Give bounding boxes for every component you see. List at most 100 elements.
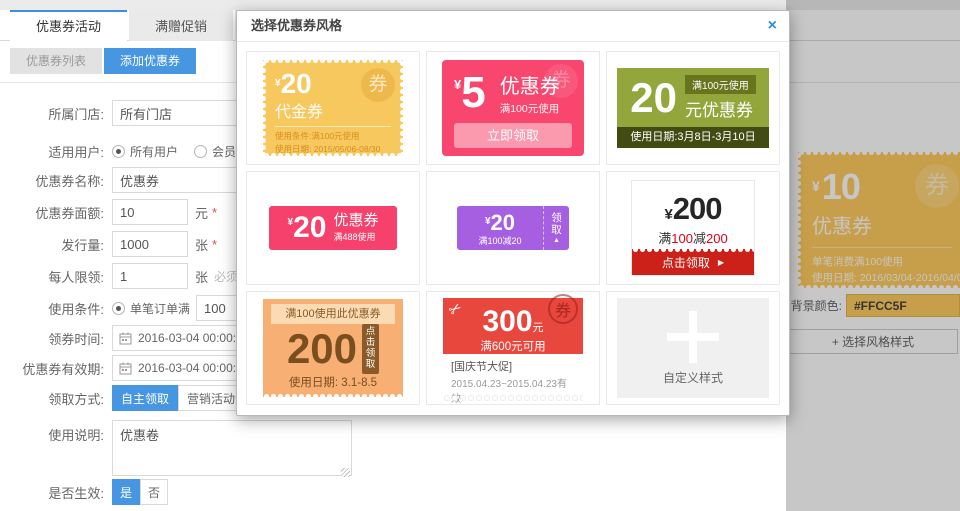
purple-claim-label: 领取 <box>551 212 563 236</box>
white-200-amount: ¥200 <box>664 191 721 227</box>
sub-tabs: 优惠券列表 添加优惠券 <box>10 48 196 74</box>
receive-mode-label: 领取方式: <box>10 389 104 408</box>
green-amount: 20 <box>630 77 677 119</box>
pink-name: 优惠券 <box>500 70 560 99</box>
coupon-style-modal: 选择优惠券风格 × ¥20 代金券 使用条件:满100元使用 使用日期: 201… <box>236 10 790 416</box>
coupon-style-grid: ¥20 代金券 使用条件:满100元使用 使用日期: 2015/05/06-08… <box>237 42 789 414</box>
white-200-condition: 满100减200 <box>658 228 727 247</box>
pink-condition: 满100元使用 <box>500 101 560 116</box>
condition-label: 使用条件: <box>10 299 104 318</box>
form-row-users: 适用用户: 所有用户 会员组别 <box>10 138 260 164</box>
radio-member-group[interactable] <box>194 145 207 158</box>
up-arrow-icon: ▲ <box>553 237 560 244</box>
green-name: 元优惠券 <box>685 96 756 121</box>
custom-style-card: 自定义样式 <box>617 298 769 398</box>
instructions-textarea[interactable]: 优惠卷 <box>112 420 352 476</box>
gold-condition: 使用条件:满100元使用 <box>275 130 403 143</box>
orange-header: 满100使用此优惠券 <box>271 304 395 324</box>
coupon-style-orange[interactable]: 满100使用此优惠券 200 点击领取 使用日期: 3.1-8.5 <box>246 291 420 405</box>
active-no-button[interactable]: 否 <box>140 479 168 505</box>
form-row-instructions: 使用说明: 优惠卷 <box>10 420 352 478</box>
coupon-style-white-200[interactable]: ¥200 满100减200 点击领取 ▶ <box>606 171 780 285</box>
calendar-icon <box>119 362 132 375</box>
pink-coupon: ¥5 优惠券 满100元使用 立即领取 券 <box>442 60 584 156</box>
coupon-style-red-tag[interactable]: ¥20 优惠券 满488使用 <box>246 171 420 285</box>
red-300-promo: [国庆节大促] <box>451 358 575 374</box>
radio-all-users-label: 所有用户 <box>130 143 178 160</box>
receive-time-label: 领券时间: <box>10 329 104 348</box>
subtab-add-coupon[interactable]: 添加优惠券 <box>104 48 196 74</box>
amount-label: 优惠券面额: <box>10 203 104 222</box>
receive-time-value: 2016-03-04 00:00:00 <box>138 331 249 345</box>
red-tag-condition: 满488使用 <box>333 230 378 243</box>
amount-required-star: * <box>212 205 217 220</box>
self-claim-button[interactable]: 自主领取 <box>112 385 178 411</box>
orange-claim-badge[interactable]: 点击领取 <box>362 324 379 374</box>
limit-label: 每人限领: <box>10 267 104 286</box>
red-tag-amount: ¥20 <box>288 211 327 245</box>
red-300-validity: 2015.04.23~2015.04.23有效 <box>451 375 575 405</box>
claim-now-button[interactable]: 立即领取 <box>454 123 572 148</box>
active-yes-button[interactable]: 是 <box>112 479 140 505</box>
pink-amount: ¥5 <box>454 68 486 118</box>
red-tag-coupon: ¥20 优惠券 满488使用 <box>269 206 397 250</box>
gold-coupon: ¥20 代金券 使用条件:满100元使用 使用日期: 2015/05/06-08… <box>263 60 403 156</box>
radio-min-order-label: 单笔订单满 <box>130 300 190 317</box>
coupon-style-green[interactable]: 20 满100元使用 元优惠券 使用日期:3月8日-3月10日 <box>606 51 780 165</box>
issue-unit: 张 <box>195 235 208 254</box>
coupon-style-red-300[interactable]: ✂ 券 300元 满600元可用 [国庆节大促] 2015.04.23~2015… <box>426 291 600 405</box>
gold-name: 代金券 <box>275 98 403 122</box>
radio-all-users[interactable] <box>112 145 125 158</box>
modal-header: 选择优惠券风格 × <box>237 11 789 42</box>
green-coupon: 20 满100元使用 元优惠券 使用日期:3月8日-3月10日 <box>617 68 769 148</box>
gold-amount: ¥20 <box>275 68 403 100</box>
red-300-condition: 满600元可用 <box>443 338 583 354</box>
users-label: 适用用户: <box>10 142 104 161</box>
purple-amount: ¥20 <box>457 210 543 236</box>
custom-style-label: 自定义样式 <box>663 369 723 386</box>
form-row-receive-time: 领券时间: 2016-03-04 00:00:00 <box>10 325 262 351</box>
stamp-icon: 券 <box>548 294 578 324</box>
issue-required-star: * <box>212 237 217 252</box>
coupon-style-pink[interactable]: ¥5 优惠券 满100元使用 立即领取 券 <box>426 51 600 165</box>
purple-condition: 满100减20 <box>457 234 543 247</box>
purple-coupon: ¥20 满100减20 领取 ▲ <box>457 206 569 250</box>
amount-input[interactable] <box>112 199 188 225</box>
gold-date: 使用日期: 2015/05/06-08/30 <box>275 143 403 156</box>
tab-full-gift-promo[interactable]: 满赠促销 <box>129 10 233 41</box>
white-200-coupon: ¥200 满100减200 点击领取 ▶ <box>631 180 755 276</box>
modal-title: 选择优惠券风格 <box>251 18 342 33</box>
coupon-style-gold[interactable]: ¥20 代金券 使用条件:满100元使用 使用日期: 2015/05/06-08… <box>246 51 420 165</box>
orange-coupon: 满100使用此优惠券 200 点击领取 使用日期: 3.1-8.5 <box>263 299 403 397</box>
coupon-admin-page: 优惠券活动 满赠促销 满减促销 优惠券列表 添加优惠券 所属门店: 适用用户: … <box>0 0 960 511</box>
green-date-bar: 使用日期:3月8日-3月10日 <box>617 127 769 148</box>
calendar-icon <box>119 332 132 345</box>
issue-input[interactable] <box>112 231 188 257</box>
radio-min-order[interactable] <box>112 302 125 315</box>
coupon-style-custom[interactable]: 自定义样式 <box>606 291 780 405</box>
limit-input[interactable] <box>112 263 188 289</box>
plus-icon <box>667 311 719 363</box>
form-row-condition: 使用条件: 单笔订单满 <box>10 295 272 321</box>
active-label: 是否生效: <box>10 483 104 502</box>
instructions-label: 使用说明: <box>10 425 104 444</box>
coupon-style-purple[interactable]: ¥20 满100减20 领取 ▲ <box>426 171 600 285</box>
orange-date: 使用日期: 3.1-8.5 <box>263 374 403 390</box>
red-tag-name: 优惠券 <box>333 213 378 230</box>
store-label: 所属门店: <box>10 104 104 123</box>
green-condition-badge: 满100元使用 <box>685 75 756 94</box>
subtab-coupon-list[interactable]: 优惠券列表 <box>10 48 102 74</box>
form-row-active: 是否生效: 是 否 <box>10 479 168 505</box>
click-claim-label: 点击领取 <box>662 254 710 271</box>
orange-amount: 200 <box>287 328 357 370</box>
modal-close-button[interactable]: × <box>768 11 777 41</box>
coupon-name-label: 优惠券名称: <box>10 171 104 190</box>
form-row-valid-period: 优惠券有效期: 2016-03-04 00:00:00 <box>10 355 262 381</box>
form-row-amount: 优惠券面额: 元 * <box>10 199 217 225</box>
tab-coupon-activity[interactable]: 优惠券活动 <box>10 10 127 41</box>
purple-claim-button[interactable]: 领取 ▲ <box>543 206 569 250</box>
issue-label: 发行量: <box>10 235 104 254</box>
form-row-receive-mode: 领取方式: 自主领取 营销活动专用 <box>10 385 268 411</box>
valid-period-value: 2016-03-04 00:00:00 <box>138 361 249 375</box>
click-claim-button[interactable]: 点击领取 ▶ <box>632 249 754 275</box>
